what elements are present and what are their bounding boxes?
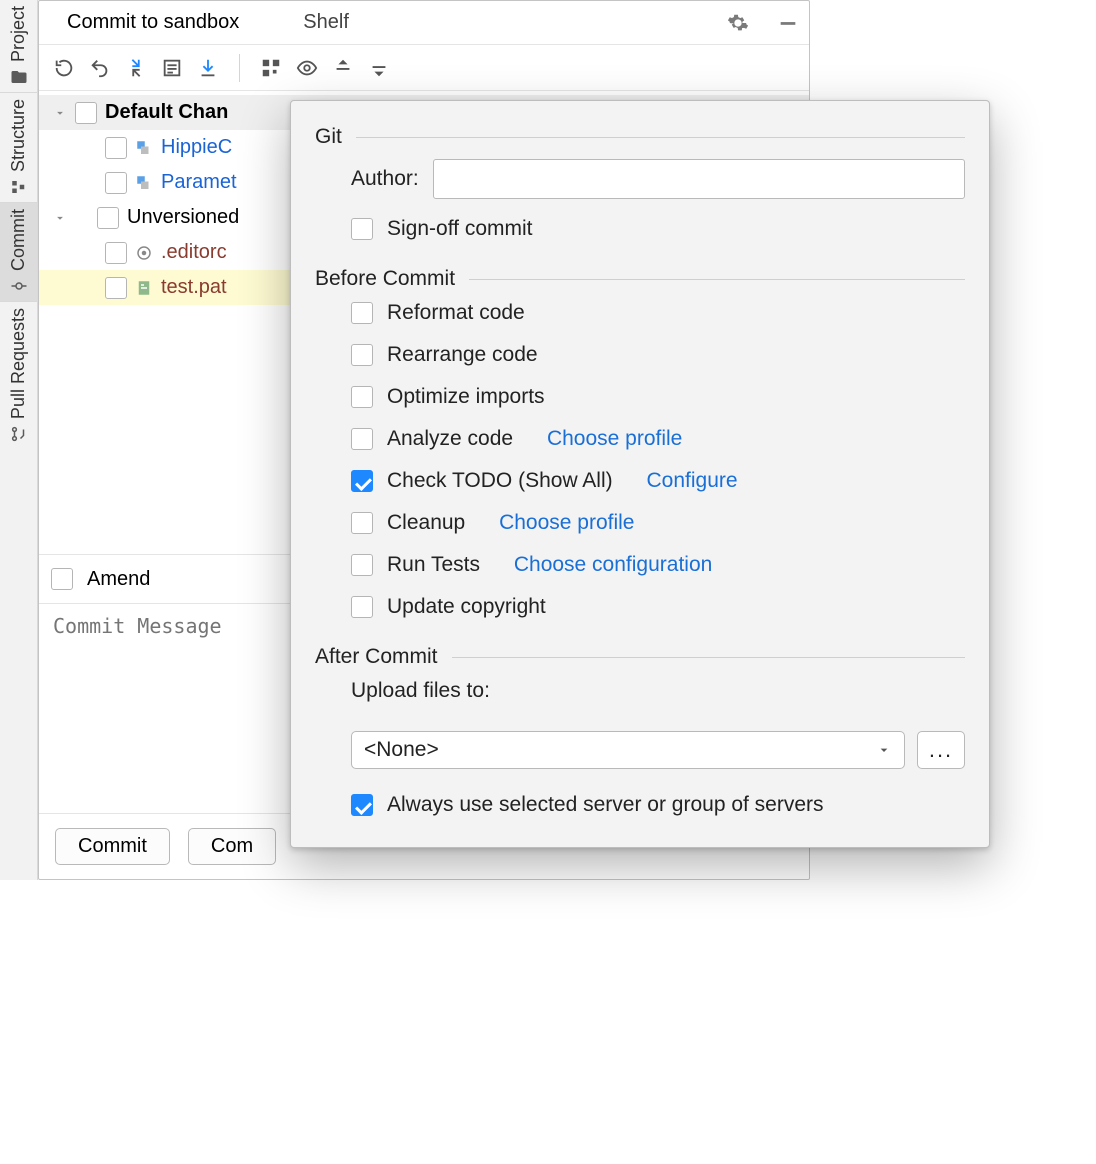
commit-button[interactable]: Commit <box>55 828 170 865</box>
signoff-row: Sign-off commit <box>351 217 965 241</box>
signoff-checkbox[interactable] <box>351 218 373 240</box>
analyze-checkbox[interactable] <box>351 428 373 450</box>
list-icon <box>161 57 183 79</box>
always-server-label: Always use selected server or group of s… <box>387 793 824 817</box>
reformat-label: Reformat code <box>387 301 525 325</box>
copyright-label: Update copyright <box>387 595 546 619</box>
left-rail: Project Structure Commit Pull Requests <box>0 0 38 880</box>
expand-button[interactable] <box>332 57 354 79</box>
analyze-profile-link[interactable]: Choose profile <box>547 427 682 451</box>
rearrange-checkbox[interactable] <box>351 344 373 366</box>
author-row: Author: <box>351 159 965 199</box>
grid-icon <box>260 57 282 79</box>
file-checkbox[interactable] <box>105 137 127 159</box>
rollback-button[interactable] <box>89 57 111 79</box>
java-file-icon <box>135 139 153 157</box>
shelve-button[interactable] <box>197 57 219 79</box>
chevron-down-icon <box>53 106 67 120</box>
cleanup-profile-link[interactable]: Choose profile <box>499 511 634 535</box>
tab-shelf[interactable]: Shelf <box>285 1 367 44</box>
optimize-label: Optimize imports <box>387 385 545 409</box>
expand-all-icon <box>332 57 354 79</box>
rail-project[interactable]: Project <box>0 0 37 93</box>
tab-commit[interactable]: Commit to sandbox <box>49 1 257 44</box>
cleanup-checkbox[interactable] <box>351 512 373 534</box>
file-link[interactable]: HippieC <box>161 136 232 159</box>
file-checkbox[interactable] <box>105 277 127 299</box>
commit-and-button[interactable]: Com <box>188 828 276 865</box>
minimize-icon[interactable] <box>777 12 799 34</box>
gear-icon[interactable] <box>727 12 749 34</box>
diff-icon <box>125 57 147 79</box>
chevron-down-icon <box>876 742 892 758</box>
signoff-label: Sign-off commit <box>387 217 533 241</box>
collapse-all-icon <box>368 57 390 79</box>
folder-icon <box>10 68 28 86</box>
upload-browse-button[interactable]: ... <box>917 731 965 769</box>
always-server-checkbox[interactable] <box>351 794 373 816</box>
commit-toolbar <box>39 45 809 91</box>
chevron-down-icon <box>53 211 67 225</box>
reformat-checkbox[interactable] <box>351 302 373 324</box>
panel-tabs: Commit to sandbox Shelf <box>39 1 809 45</box>
copyright-checkbox[interactable] <box>351 596 373 618</box>
file-name: test.pat <box>161 276 227 299</box>
analyze-label: Analyze code <box>387 427 513 451</box>
check-todo-link[interactable]: Configure <box>646 469 737 493</box>
rail-commit[interactable]: Commit <box>0 203 37 302</box>
check-todo-checkbox[interactable] <box>351 470 373 492</box>
refresh-button[interactable] <box>53 57 75 79</box>
rearrange-label: Rearrange code <box>387 343 538 367</box>
show-button[interactable] <box>296 57 318 79</box>
check-todo-label: Check TODO (Show All) <box>387 469 613 493</box>
file-checkbox[interactable] <box>105 172 127 194</box>
pull-request-icon <box>10 425 28 443</box>
collapse-button[interactable] <box>368 57 390 79</box>
runtests-config-link[interactable]: Choose configuration <box>514 553 712 577</box>
java-file-icon <box>135 174 153 192</box>
runtests-label: Run Tests <box>387 553 480 577</box>
upload-select[interactable]: <None> <box>351 731 905 769</box>
rail-structure[interactable]: Structure <box>0 93 37 203</box>
refresh-icon <box>53 57 75 79</box>
upload-label: Upload files to: <box>351 679 490 703</box>
commit-options-popup: Git Author: Sign-off commit Before Commi… <box>290 100 990 848</box>
cleanup-label: Cleanup <box>387 511 465 535</box>
diff-button[interactable] <box>125 57 147 79</box>
file-checkbox[interactable] <box>105 242 127 264</box>
changelist-button[interactable] <box>161 57 183 79</box>
group-button[interactable] <box>260 57 282 79</box>
runtests-checkbox[interactable] <box>351 554 373 576</box>
upload-value: <None> <box>364 738 439 762</box>
optimize-checkbox[interactable] <box>351 386 373 408</box>
changelist-checkbox[interactable] <box>75 102 97 124</box>
amend-label: Amend <box>87 568 150 591</box>
section-header-before: Before Commit <box>315 267 965 291</box>
amend-checkbox[interactable] <box>51 568 73 590</box>
author-label: Author: <box>351 167 419 191</box>
patch-file-icon <box>135 279 153 297</box>
eye-icon <box>296 57 318 79</box>
author-input[interactable] <box>433 159 965 199</box>
section-header-after: After Commit <box>315 645 965 669</box>
commit-icon <box>10 277 28 295</box>
file-link[interactable]: Paramet <box>161 171 237 194</box>
undo-icon <box>89 57 111 79</box>
download-icon <box>197 57 219 79</box>
gear-icon <box>135 244 153 262</box>
structure-icon <box>10 178 28 196</box>
file-name: .editorc <box>161 241 227 264</box>
rail-pull-requests[interactable]: Pull Requests <box>0 302 37 449</box>
unversioned-checkbox[interactable] <box>97 207 119 229</box>
section-header-git: Git <box>315 125 965 149</box>
